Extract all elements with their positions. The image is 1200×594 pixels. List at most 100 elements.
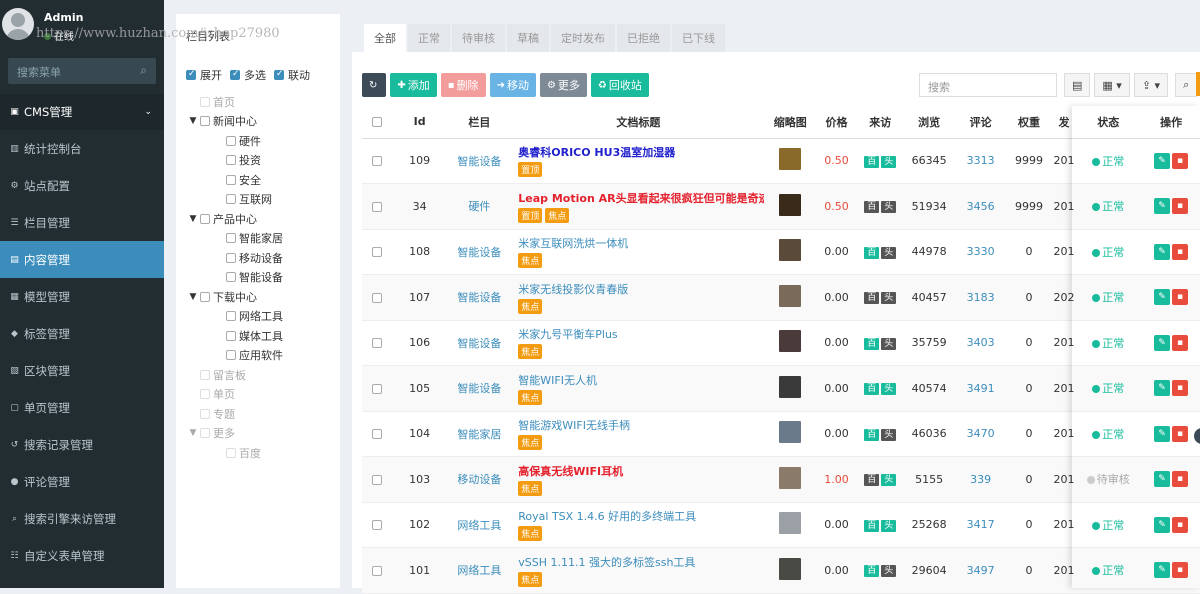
tree-node[interactable]: 安全 [186,170,336,190]
column-header[interactable]: Id [392,106,447,139]
thumbnail-image[interactable] [779,239,802,262]
sidebar-item-0[interactable]: ▣ CMS管理 ⌄ [0,94,164,130]
thumbnail-image[interactable] [779,557,802,580]
row-title-link[interactable]: vSSH 1.11.1 强大的多标签ssh工具 [518,554,764,570]
tree-node-checkbox[interactable] [226,252,236,263]
search-icon[interactable]: ⌕ [140,63,147,78]
column-header[interactable]: 发 [1051,106,1077,139]
sidebar-item-9[interactable]: ↺ 搜索记录管理 [0,426,164,463]
menu-search-input[interactable]: 搜索菜单 ⌕ [8,58,156,84]
tree-node[interactable]: ▼ 更多 [186,424,336,444]
row-checkbox[interactable] [372,429,383,440]
sidebar-item-2[interactable]: ⚙ 站点配置 [0,167,164,204]
tab-6[interactable]: 已下线 [672,24,725,52]
sidebar-item-4[interactable]: ▤ 内容管理 [0,241,164,278]
tree-node-checkbox[interactable] [200,291,210,302]
edit-button[interactable]: ✎ [1154,289,1171,306]
delete-row-button[interactable]: ▪ [1172,289,1189,306]
row-category-link[interactable]: 硬件 [468,200,490,213]
thumbnail-image[interactable] [779,148,802,171]
tree-node-checkbox[interactable] [200,369,210,380]
linkage-checkbox[interactable] [274,69,284,80]
caret-down-icon[interactable]: ▼ [186,214,200,224]
sidebar-item-10[interactable]: ● 评论管理 [0,463,164,500]
column-header[interactable]: 文档标题 [512,106,765,139]
row-checkbox[interactable] [372,338,383,349]
column-header[interactable]: 权重 [1006,106,1052,139]
thumbnail-image[interactable] [779,466,802,489]
tree-node[interactable]: 互联网 [186,190,336,210]
tree-node[interactable]: ▼ 产品中心 [186,209,336,229]
row-category-link[interactable]: 智能设备 [457,246,501,259]
row-comments-link[interactable]: 3403 [967,336,995,349]
tree-node[interactable]: 投资 [186,151,336,171]
row-comments-link[interactable]: 339 [970,473,991,486]
column-header[interactable]: 栏目 [446,106,513,139]
tree-node[interactable]: 移动设备 [186,248,336,268]
row-title-link[interactable]: Royal TSX 1.4.6 好用的多终端工具 [518,508,764,524]
columns-button[interactable]: ▦ ▾ [1094,73,1130,97]
thumbnail-image[interactable] [779,375,802,398]
row-comments-link[interactable]: 3417 [967,518,995,531]
row-category-link[interactable]: 移动设备 [457,473,501,486]
thumbnail-image[interactable] [779,512,802,535]
tree-node[interactable]: 百度 [186,443,336,463]
refresh-button[interactable]: ↻ [362,73,387,97]
edit-button[interactable]: ✎ [1154,243,1171,260]
delete-row-button[interactable]: ▪ [1172,425,1189,442]
row-checkbox[interactable] [372,565,383,576]
tree-node-checkbox[interactable] [226,155,236,166]
more-button[interactable]: ⚙ 更多 [539,73,587,97]
edit-button[interactable]: ✎ [1154,198,1171,215]
tree-node-checkbox[interactable] [226,330,236,341]
tree-node-checkbox[interactable] [226,194,236,205]
delete-row-button[interactable]: ▪ [1172,380,1189,397]
tree-node[interactable]: 智能设备 [186,268,336,288]
expand-checkbox[interactable] [186,69,196,80]
side-edge-button[interactable] [1196,72,1200,96]
row-category-link[interactable]: 智能设备 [457,337,501,350]
tree-node-checkbox[interactable] [226,174,236,185]
column-header[interactable]: 价格 [815,106,858,139]
column-header[interactable]: 来访 [857,106,904,139]
tree-node[interactable]: 网络工具 [186,307,336,327]
tree-node-checkbox[interactable] [226,350,236,361]
row-category-link[interactable]: 智能设备 [457,382,501,395]
column-header[interactable]: 评论 [954,106,1007,139]
column-header[interactable]: 浏览 [903,106,955,139]
delete-row-button[interactable]: ▪ [1172,243,1189,260]
row-category-link[interactable]: 智能家居 [457,428,501,441]
row-category-link[interactable]: 智能设备 [457,291,501,304]
tree-node-checkbox[interactable] [200,213,210,224]
tree-node[interactable]: ▼ 新闻中心 [186,112,336,132]
delete-button[interactable]: ▪ 删除 [440,73,486,97]
export-button[interactable]: ⇪ ▾ [1133,73,1169,97]
row-checkbox[interactable] [372,201,383,212]
tree-node-checkbox[interactable] [226,447,236,458]
tree-node-checkbox[interactable] [226,135,236,146]
caret-down-icon[interactable]: ▼ [186,428,200,438]
tree-node[interactable]: 媒体工具 [186,326,336,346]
tree-node-checkbox[interactable] [200,428,210,439]
row-comments-link[interactable]: 3313 [967,154,995,167]
toggle-view-button[interactable]: ▤ [1064,73,1091,97]
row-checkbox[interactable] [372,247,383,258]
row-comments-link[interactable]: 3456 [967,200,995,213]
row-title-link[interactable]: 米家无线投影仪青春版 [518,281,764,297]
tab-4[interactable]: 定时发布 [551,24,615,52]
recycle-bin-button[interactable]: ♻ 回收站 [590,73,649,97]
sidebar-item-3[interactable]: ☰ 栏目管理 [0,204,164,241]
table-search-input[interactable]: 搜索 [919,73,1057,97]
sidebar-item-8[interactable]: ▢ 单页管理 [0,389,164,426]
row-title-link[interactable]: Leap Motion AR头显看起来很疯狂但可能是奇迹 [518,190,764,206]
delete-row-button[interactable]: ▪ [1172,471,1189,488]
add-button[interactable]: ✚ 添加 [390,73,437,97]
tree-node[interactable]: 硬件 [186,131,336,151]
row-title-link[interactable]: 米家互联网洗烘一体机 [518,235,764,251]
thumbnail-image[interactable] [779,330,802,353]
tree-node-checkbox[interactable] [226,311,236,322]
edit-button[interactable]: ✎ [1154,471,1171,488]
edit-button[interactable]: ✎ [1154,425,1171,442]
row-category-link[interactable]: 网络工具 [457,519,501,532]
row-comments-link[interactable]: 3491 [967,382,995,395]
